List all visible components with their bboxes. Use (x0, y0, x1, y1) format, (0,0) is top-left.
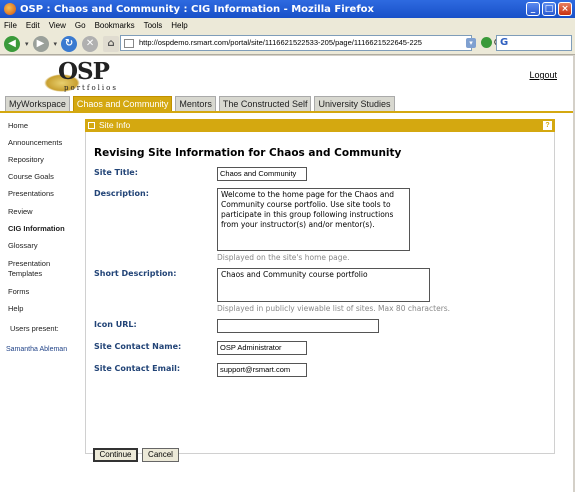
contact-email-label: Site Contact Email: (94, 364, 181, 373)
stop-icon[interactable]: ✕ (82, 35, 99, 52)
close-button[interactable]: × (558, 2, 572, 16)
reload-icon[interactable]: ↻ (61, 35, 78, 52)
menu-go[interactable]: Go (75, 21, 86, 30)
icon-url-label: Icon URL: (94, 320, 137, 329)
menu-file[interactable]: File (4, 21, 17, 30)
form-title: Revising Site Information for Chaos and … (94, 147, 402, 159)
back-history-dropdown-icon[interactable]: ▾ (25, 40, 29, 48)
forward-arrow-icon[interactable]: ▶ (32, 35, 49, 52)
osp-logo: OSP portfolios (44, 58, 134, 92)
google-icon: G (500, 37, 509, 48)
menu-tools[interactable]: Tools (144, 21, 163, 30)
tab-mentors[interactable]: Mentors (175, 96, 216, 111)
short-description-hint: Displayed in publicly viewable list of s… (217, 304, 451, 313)
short-description-textarea[interactable]: Chaos and Community course portfolio (217, 268, 430, 302)
sidebar-item-course-goals[interactable]: Course Goals (8, 172, 54, 181)
menu-edit[interactable]: Edit (26, 21, 40, 30)
sidebar-item-forms[interactable]: Forms (8, 287, 29, 296)
menu-help[interactable]: Help (171, 21, 187, 30)
address-url: http://ospdemo.rsmart.com/portal/site/11… (139, 38, 422, 47)
sidebar-item-announcements[interactable]: Announcements (8, 138, 62, 147)
menu-view[interactable]: View (49, 21, 66, 30)
window-title: OSP : Chaos and Community : CIG Informat… (20, 3, 375, 15)
sidebar-item-presentation-templates[interactable]: Presentation Templates (8, 259, 78, 279)
logo-text: OSP (58, 58, 110, 85)
tool-title-bar: Site Info ? (85, 119, 555, 132)
description-hint: Displayed on the site's home page. (217, 253, 350, 262)
sidebar-item-presentations[interactable]: Presentations (8, 189, 54, 198)
tab-myworkspace[interactable]: MyWorkspace (5, 96, 70, 111)
minimize-button[interactable]: _ (526, 2, 540, 16)
menu-bar: File Edit View Go Bookmarks Tools Help (0, 18, 575, 33)
address-bar[interactable]: http://ospdemo.rsmart.com/portal/site/11… (120, 35, 472, 51)
search-input[interactable]: G (496, 35, 572, 51)
site-title-input[interactable]: Chaos and Community (217, 167, 307, 181)
sidebar-item-repository[interactable]: Repository (8, 155, 44, 164)
maximize-button[interactable]: □ (542, 2, 556, 16)
sidebar-item-review[interactable]: Review (8, 207, 33, 216)
site-info-form: Revising Site Information for Chaos and … (85, 132, 555, 462)
tool-icon (88, 122, 95, 129)
contact-email-input[interactable]: support@rsmart.com (217, 363, 307, 377)
icon-url-input[interactable] (217, 319, 379, 333)
contact-name-input[interactable]: OSP Administrator (217, 341, 307, 355)
continue-button[interactable]: Continue (93, 448, 138, 462)
menu-bookmarks[interactable]: Bookmarks (95, 21, 135, 30)
help-icon[interactable]: ? (543, 121, 552, 130)
site-title-label: Site Title: (94, 168, 138, 177)
page-icon (124, 39, 134, 48)
description-textarea[interactable]: Welcome to the home page for the Chaos a… (217, 188, 410, 251)
short-description-label: Short Description: (94, 269, 177, 278)
contact-name-label: Site Contact Name: (94, 342, 182, 351)
home-icon[interactable]: ⌂ (103, 35, 120, 52)
description-label: Description: (94, 189, 149, 198)
go-arrow-icon (481, 37, 492, 48)
tool-sidebar: Home Announcements Repository Course Goa… (0, 117, 82, 492)
tab-university-studies[interactable]: University Studies (314, 96, 395, 111)
logo-subtext: portfolios (64, 84, 118, 92)
site-header: OSP portfolios Logout (0, 56, 575, 95)
site-tabs: MyWorkspace Chaos and Community Mentors … (0, 95, 575, 113)
tab-constructed-self[interactable]: The Constructed Self (218, 96, 312, 111)
navigation-toolbar: ◀ ▾ ▶ ▾ ↻ ✕ ⌂ http://ospdemo.rsmart.com/… (0, 33, 575, 55)
users-present-label: Users present: (10, 324, 59, 333)
url-dropdown-icon[interactable]: ▾ (466, 38, 476, 48)
present-user[interactable]: Samantha Ableman (6, 346, 67, 353)
window-titlebar: OSP : Chaos and Community : CIG Informat… (0, 0, 575, 18)
tab-chaos-and-community[interactable]: Chaos and Community (72, 96, 173, 111)
logout-link[interactable]: Logout (529, 70, 557, 80)
tool-title: Site Info (99, 120, 131, 130)
sidebar-item-help[interactable]: Help (8, 304, 23, 313)
sidebar-item-cig-information[interactable]: CIG Information (8, 224, 65, 233)
web-page: OSP portfolios Logout MyWorkspace Chaos … (0, 56, 575, 492)
cancel-button[interactable]: Cancel (142, 448, 179, 462)
back-arrow-icon[interactable]: ◀ (4, 35, 20, 52)
forward-history-dropdown-icon[interactable]: ▾ (54, 40, 58, 48)
sidebar-item-home[interactable]: Home (8, 121, 28, 130)
sidebar-item-glossary[interactable]: Glossary (8, 241, 38, 250)
firefox-icon (4, 3, 16, 15)
